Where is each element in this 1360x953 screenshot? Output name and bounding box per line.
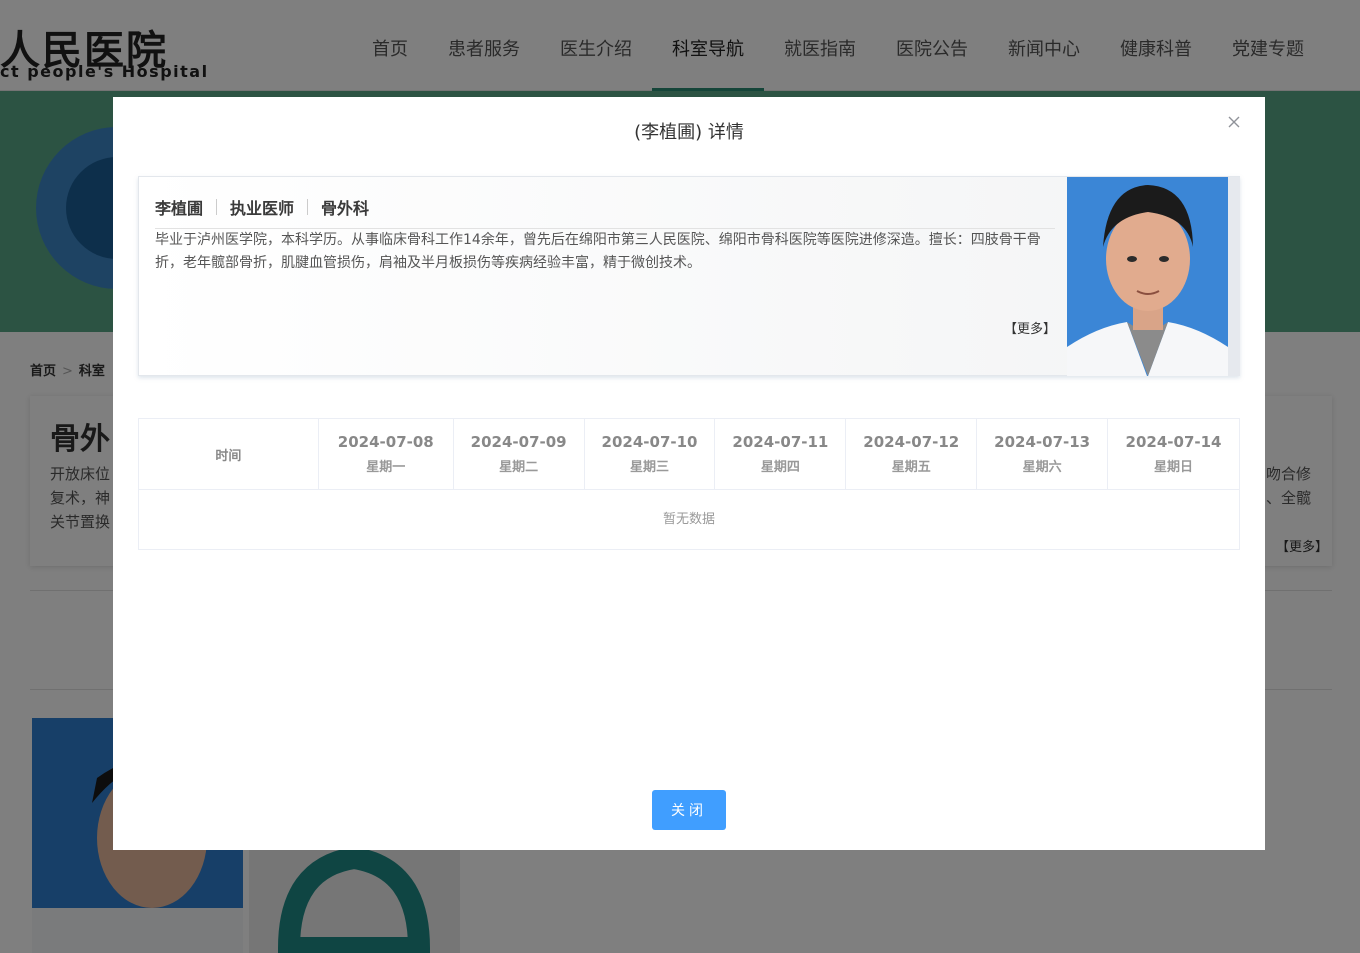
close-button[interactable]: 关闭 — [652, 790, 726, 830]
schedule-table-header: 时间 2024-07-08 星期一 2024-07-09 星期二 2024-07… — [139, 419, 1239, 490]
doctor-description: 毕业于泸州医学院，本科学历。从事临床骨科工作14余年，曾先后在绵阳市第三人民医院… — [155, 232, 1041, 271]
dialog-title: (李植圃) 详情 — [634, 122, 744, 143]
schedule-table: 时间 2024-07-08 星期一 2024-07-09 星期二 2024-07… — [138, 418, 1240, 550]
schedule-weekday: 星期四 — [760, 460, 800, 475]
schedule-date: 2024-07-08 — [337, 433, 434, 451]
schedule-weekday: 星期六 — [1022, 460, 1062, 475]
schedule-weekday: 星期一 — [366, 460, 406, 475]
profile-scrollbar[interactable] — [1228, 177, 1240, 376]
doctor-photo — [1067, 177, 1228, 376]
schedule-day-header: 2024-07-13 星期六 — [977, 419, 1109, 489]
schedule-date: 2024-07-10 — [601, 433, 698, 451]
schedule-day-header: 2024-07-14 星期日 — [1108, 419, 1239, 489]
schedule-weekday: 星期五 — [891, 460, 931, 475]
schedule-day-header: 2024-07-09 星期二 — [454, 419, 585, 489]
schedule-weekday: 星期三 — [630, 460, 670, 475]
schedule-date: 2024-07-12 — [863, 433, 960, 451]
schedule-day-header: 2024-07-11 星期四 — [715, 419, 847, 489]
doctor-more-link[interactable]: 【更多】 — [1004, 318, 1056, 337]
doctor-name: 李植圃 — [155, 199, 204, 218]
close-icon[interactable] — [1225, 113, 1243, 131]
schedule-date: 2024-07-14 — [1125, 433, 1222, 451]
schedule-weekday: 星期日 — [1154, 460, 1194, 475]
schedule-weekday: 星期二 — [499, 460, 539, 475]
doctor-portrait-icon — [1067, 177, 1228, 376]
divider — [216, 199, 218, 215]
schedule-time-header: 时间 — [139, 419, 319, 489]
schedule-date: 2024-07-13 — [994, 433, 1091, 451]
doctor-title: 执业医师 — [230, 199, 295, 218]
schedule-day-header: 2024-07-08 星期一 — [319, 419, 454, 489]
doctor-profile-header: 李植圃 执业医师 骨外科 — [155, 195, 369, 219]
schedule-day-header: 2024-07-12 星期五 — [846, 419, 978, 489]
doctor-department: 骨外科 — [321, 199, 370, 218]
divider — [307, 199, 309, 215]
schedule-date: 2024-07-09 — [470, 433, 567, 451]
schedule-date: 2024-07-11 — [732, 433, 829, 451]
schedule-day-header: 2024-07-10 星期三 — [585, 419, 716, 489]
doctor-detail-dialog: (李植圃) 详情 李植圃 执业医师 骨外科 毕业于泸州医学院，本科学历。从事临床… — [113, 97, 1265, 850]
schedule-empty-text: 暂无数据 — [662, 512, 715, 527]
doctor-profile-card: 李植圃 执业医师 骨外科 毕业于泸州医学院，本科学历。从事临床骨科工作14余年，… — [138, 176, 1240, 376]
